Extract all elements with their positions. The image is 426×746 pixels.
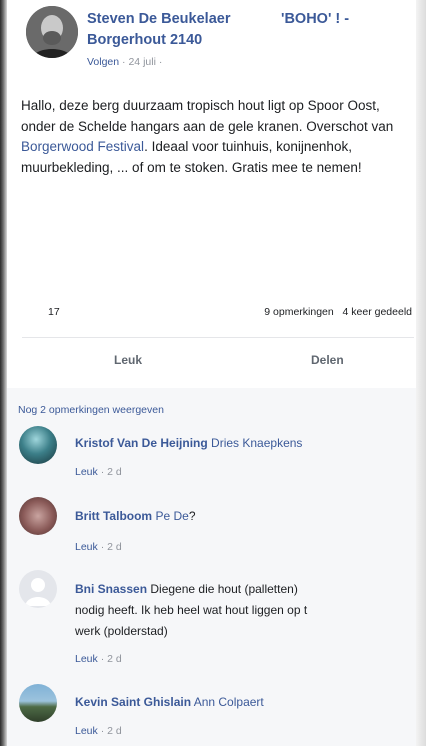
post-date[interactable]: 24 juli xyxy=(128,56,155,68)
tagged-person[interactable]: Pe De xyxy=(155,509,188,523)
comment-time[interactable]: 2 d xyxy=(107,466,122,478)
post-body: Hallo, deze berg duurzaam tropisch hout … xyxy=(21,96,413,178)
counts-spacer xyxy=(337,306,340,318)
comment-text: ? xyxy=(188,509,196,523)
comment-body: Bni Snassen Diegene die hout (palletten)… xyxy=(75,579,307,642)
divider-line xyxy=(22,337,414,338)
festival-link[interactable]: Borgerwood Festival xyxy=(21,139,144,154)
comment-meta: Leuk · 2 d xyxy=(75,466,122,478)
comments-section: Nog 2 opmerkingen weergeven Kristof Van … xyxy=(7,388,416,746)
comment-like-link[interactable]: Leuk xyxy=(75,466,98,478)
author-first-line[interactable]: Steven De Beukelaer xyxy=(87,9,230,30)
comment-like-link[interactable]: Leuk xyxy=(75,725,98,737)
comments-count[interactable]: 9 opmerkingen xyxy=(264,306,333,318)
comment-text-line2: nodig heeft. Ik heb heel wat hout liggen… xyxy=(75,603,308,617)
post-author[interactable]: Steven De Beukelaer Borgerhout 2140 xyxy=(87,9,230,51)
author-avatar[interactable] xyxy=(26,6,78,58)
commenter-name[interactable]: Britt Talboom xyxy=(75,509,152,523)
comment-time[interactable]: 2 d xyxy=(107,653,122,665)
post-text-part1: Hallo, deze berg duurzaam tropisch hout … xyxy=(21,98,394,134)
group-name-line2[interactable]: Borgerhout 2140 xyxy=(87,30,230,51)
shares-count[interactable]: 4 keer gedeeld xyxy=(343,306,412,318)
commenter-name[interactable]: Kevin Saint Ghislain xyxy=(75,695,191,709)
comment-meta: Leuk · 2 d xyxy=(75,541,122,553)
default-avatar-icon[interactable] xyxy=(19,570,57,608)
right-edge-decoration xyxy=(416,0,426,746)
comment-like-link[interactable]: Leuk xyxy=(75,653,98,665)
comment-time[interactable]: 2 d xyxy=(107,541,122,553)
more-comments-link[interactable]: Nog 2 opmerkingen weergeven xyxy=(18,404,164,416)
likes-count[interactable]: 17 xyxy=(48,306,60,318)
like-button[interactable]: Leuk xyxy=(114,353,142,367)
tagged-person[interactable]: Ann Colpaert xyxy=(194,695,264,709)
comment-body: Kristof Van De Heijning Dries Knaepkens xyxy=(75,433,302,454)
commenter-avatar[interactable] xyxy=(19,497,57,535)
comment-meta: Leuk · 2 d xyxy=(75,653,122,665)
comment-body: Britt Talboom Pe De? xyxy=(75,506,196,527)
share-button[interactable]: Delen xyxy=(311,353,344,367)
group-name[interactable]: 'BOHO' ! - xyxy=(281,9,349,30)
comment-text-line3: werk (polderstad) xyxy=(75,624,168,638)
comment-line-1: Bni Snassen Diegene die hout (palletten) xyxy=(75,579,307,600)
post-meta: Volgen · 24 juli · xyxy=(87,56,162,68)
post-card: Steven De Beukelaer Borgerhout 2140 'BOH… xyxy=(7,0,416,388)
comment-meta: Leuk · 2 d xyxy=(75,725,122,737)
commenter-name[interactable]: Bni Snassen xyxy=(75,582,147,596)
comment-like-link[interactable]: Leuk xyxy=(75,541,98,553)
commenter-avatar[interactable] xyxy=(19,684,57,722)
commenter-avatar[interactable] xyxy=(19,426,57,464)
comment-text-line1: Diegene die hout (palletten) xyxy=(150,582,298,596)
engagement-counts: 9 opmerkingen 4 keer gedeeld xyxy=(264,306,412,318)
comment-time[interactable]: 2 d xyxy=(107,725,122,737)
tagged-person[interactable]: Dries Knaepkens xyxy=(211,436,302,450)
meta-separator-2: · xyxy=(158,56,163,68)
follow-link[interactable]: Volgen xyxy=(87,56,119,68)
left-edge-decoration xyxy=(0,0,7,746)
commenter-name[interactable]: Kristof Van De Heijning xyxy=(75,436,208,450)
comment-body: Kevin Saint Ghislain Ann Colpaert xyxy=(75,692,264,713)
